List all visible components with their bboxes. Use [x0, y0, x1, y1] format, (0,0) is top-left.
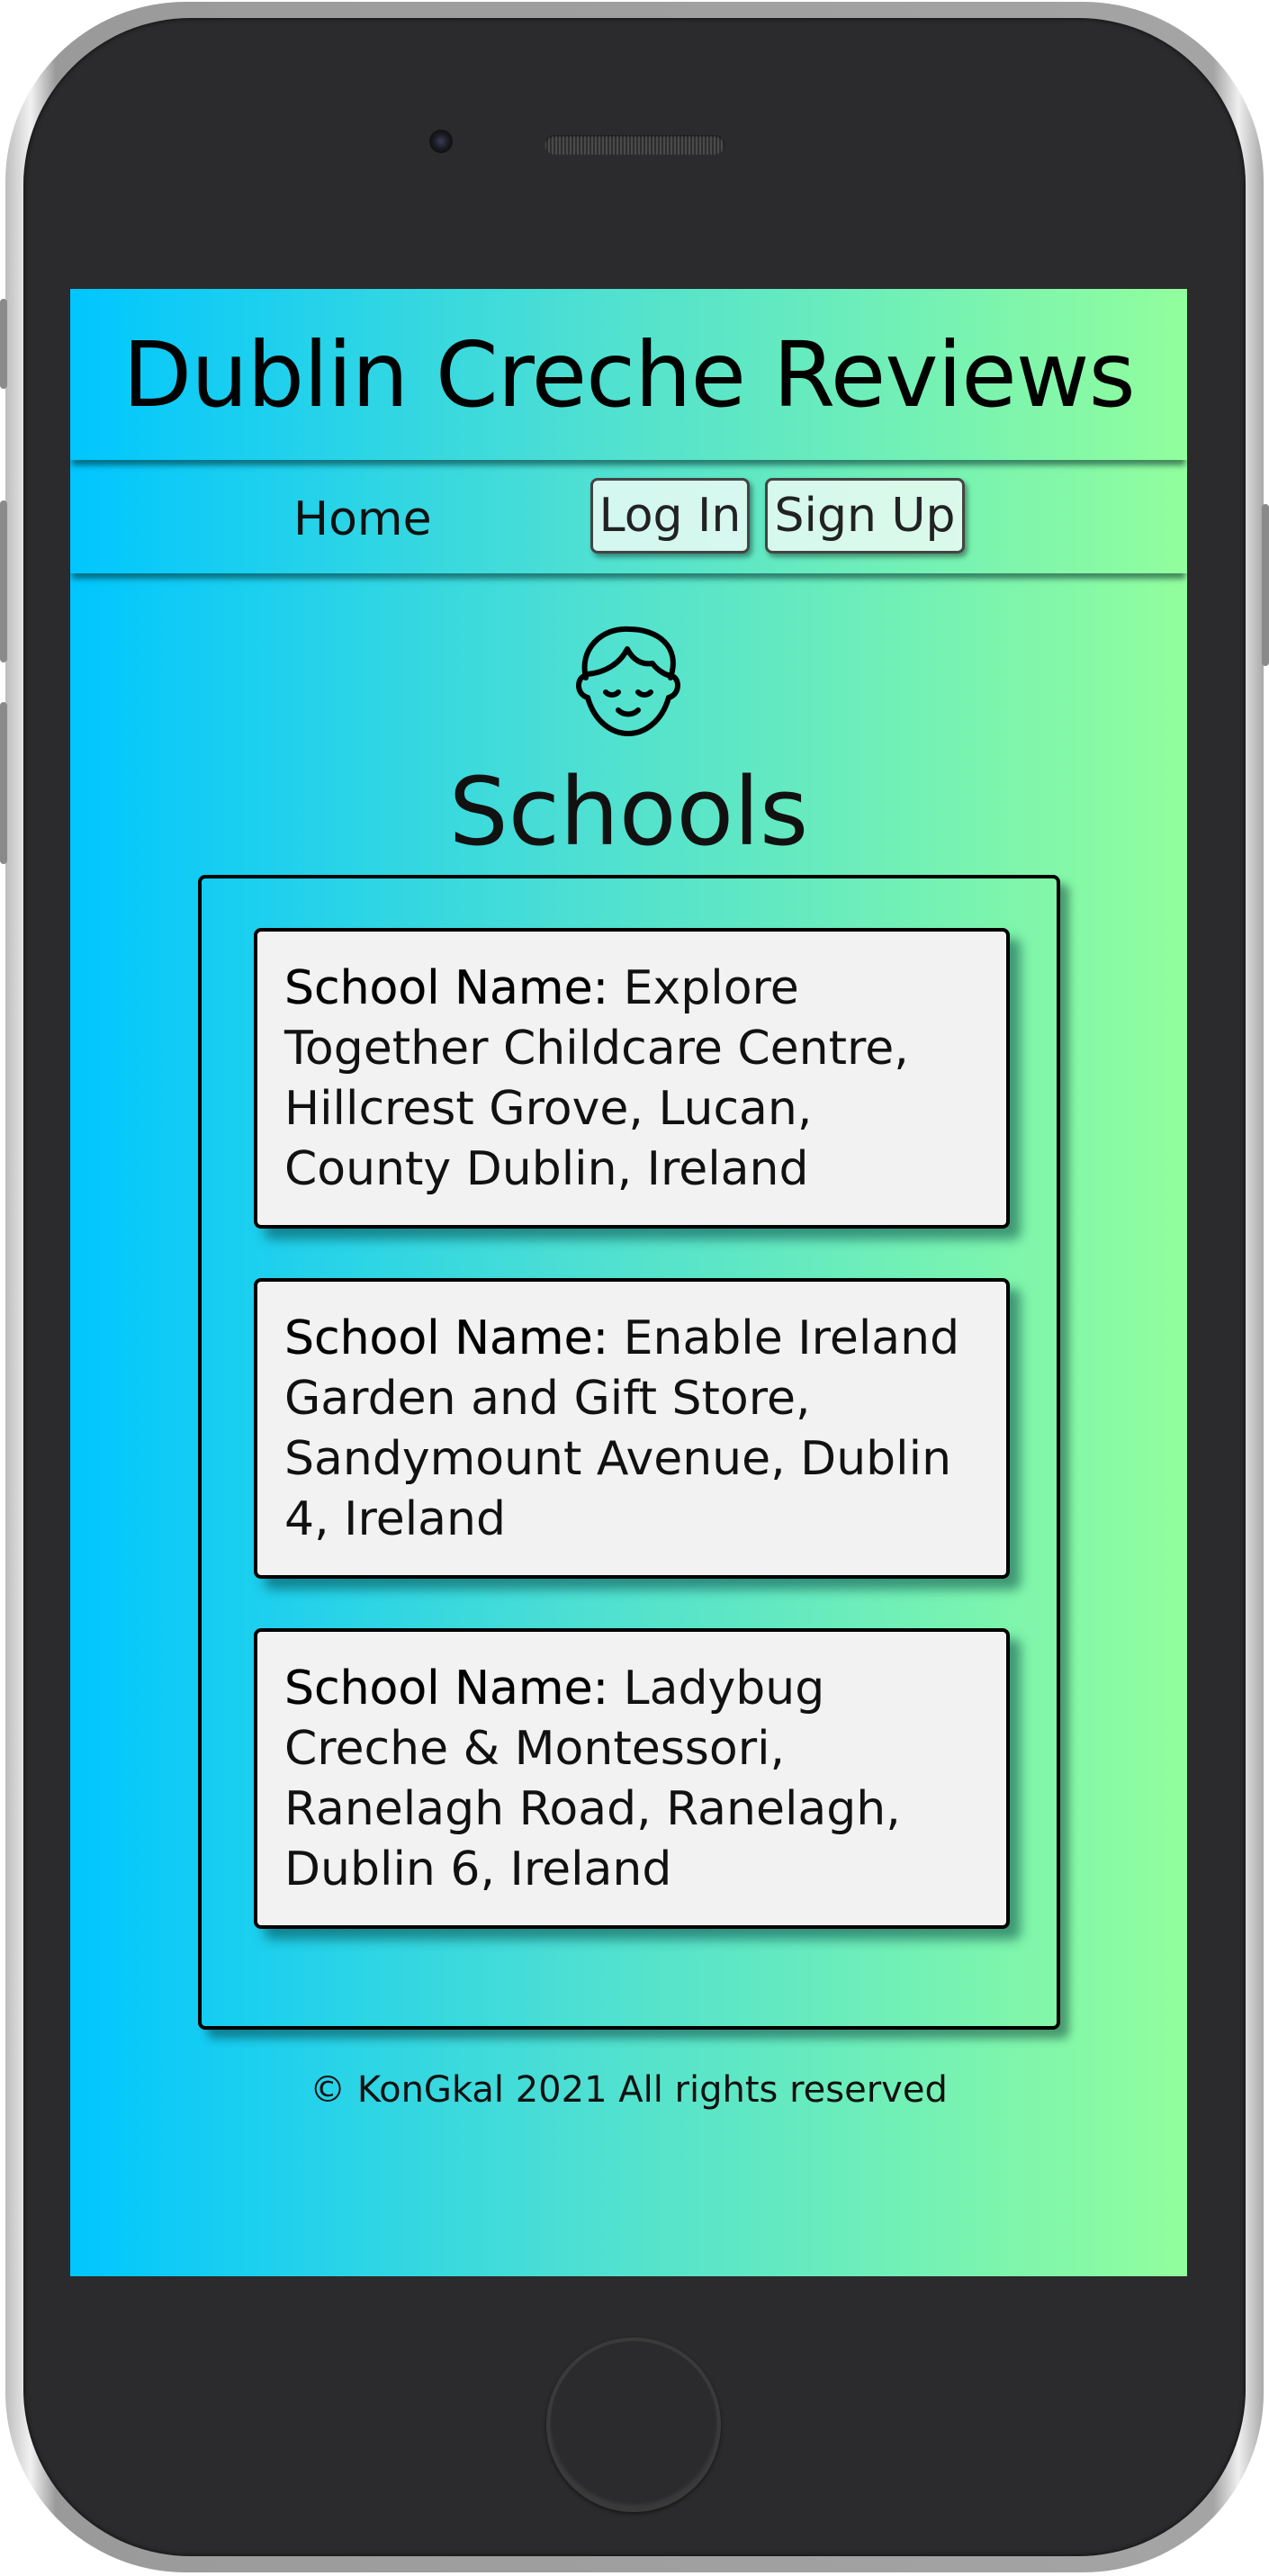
power-button [1262, 504, 1269, 666]
nav-home-link[interactable]: Home [293, 492, 432, 546]
school-card[interactable]: School Name: Enable Ireland Garden and G… [254, 1278, 1010, 1579]
volume-down-button [0, 702, 7, 864]
volume-up-button [0, 500, 7, 662]
school-name-label: School Name: [284, 1311, 624, 1365]
school-list: School Name: Explore Together Childcare … [198, 875, 1060, 2030]
child-face-icon [576, 626, 680, 736]
site-title: Dublin Creche Reviews [122, 321, 1135, 428]
school-name-label: School Name: [284, 961, 624, 1015]
school-card[interactable]: School Name: Explore Together Childcare … [254, 928, 1010, 1229]
screen: Dublin Creche Reviews Home Log In Sign U… [70, 289, 1187, 2276]
login-button[interactable]: Log In [590, 478, 750, 554]
footer: © KonGkal 2021 All rights reserved [310, 2069, 948, 2111]
mute-switch [0, 299, 7, 389]
page-title: Schools [448, 757, 809, 867]
site-header: Dublin Creche Reviews [70, 289, 1187, 460]
home-button[interactable] [546, 2337, 721, 2512]
school-name-label: School Name: [284, 1662, 624, 1716]
nav-bar: Home Log In Sign Up [70, 465, 1187, 573]
school-card[interactable]: School Name: Ladybug Creche & Montessori… [254, 1628, 1010, 1929]
front-camera [429, 130, 453, 153]
signup-button[interactable]: Sign Up [765, 478, 965, 554]
earpiece-speaker [544, 135, 724, 155]
